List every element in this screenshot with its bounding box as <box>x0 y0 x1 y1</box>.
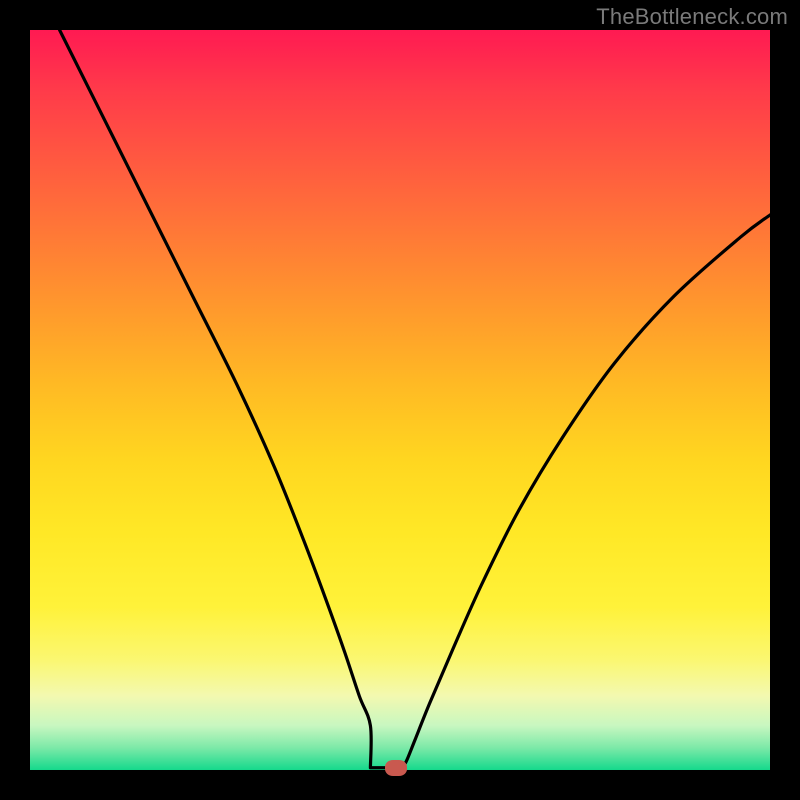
chart-frame: TheBottleneck.com <box>0 0 800 800</box>
curve-path <box>60 30 770 768</box>
watermark-text: TheBottleneck.com <box>596 4 788 30</box>
plot-area <box>30 30 770 770</box>
bottleneck-marker <box>385 760 407 776</box>
bottleneck-curve <box>30 30 770 770</box>
